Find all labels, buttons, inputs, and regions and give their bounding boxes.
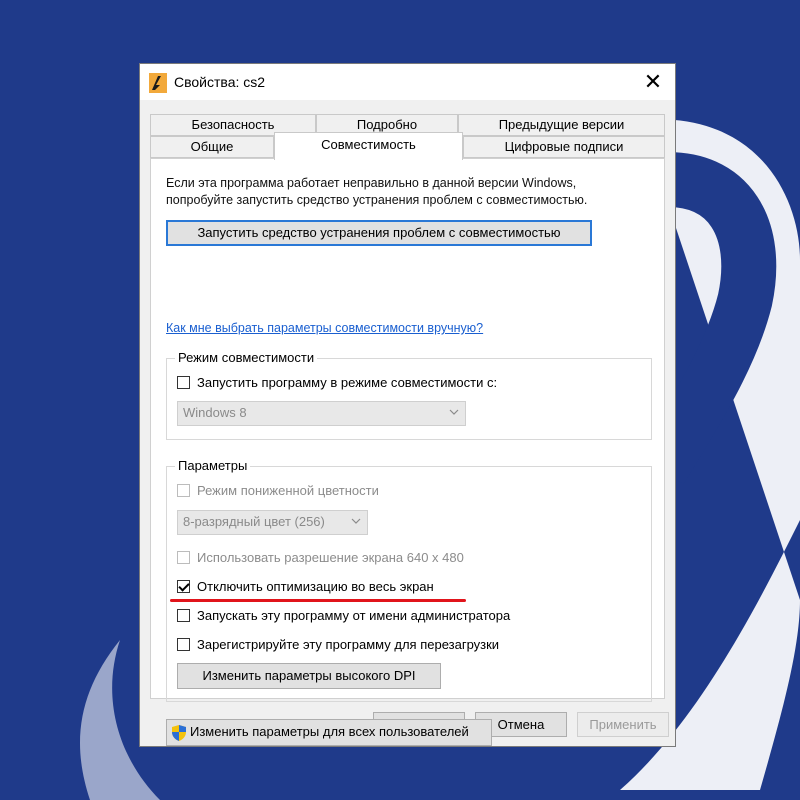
uac-shield-icon [172,725,186,741]
run-as-admin-checkbox[interactable] [177,608,190,622]
reduced-color-label: Режим пониженной цветности [197,482,379,498]
fullscreen-optimization-checkbox[interactable] [177,579,190,593]
chevron-down-icon [351,518,361,524]
compat-mode-title: Режим совместимости [175,350,318,365]
chevron-down-icon [449,409,459,415]
all-users-label: Изменить параметры для всех пользователе… [190,724,469,739]
window-title: Свойства: cs2 [174,74,266,90]
settings-group: Параметры Режим пониженной цветности 8-р… [166,458,652,702]
register-restart-label: Зарегистрируйте эту программу для переза… [197,636,500,652]
title-bar[interactable]: Свойства: cs2 ✕ [140,64,675,100]
compat-mode-group: Режим совместимости Запустить программу … [166,350,652,440]
tab-previous-versions[interactable]: Предыдущие версии [458,114,665,136]
tab-compatibility[interactable]: Совместимость [274,132,463,160]
high-dpi-button[interactable]: Изменить параметры высокого DPI [177,663,441,689]
highlight-underline [170,599,466,602]
close-icon: ✕ [643,69,663,94]
manual-settings-link[interactable]: Как мне выбрать параметры совместимости … [166,321,483,335]
reduced-color-row: Режим пониженной цветности [177,481,379,499]
reduced-color-checkbox [177,483,190,497]
windows-version-value: Windows 8 [183,405,247,420]
compatibility-panel: Если эта программа работает неправильно … [150,158,665,746]
close-button[interactable]: ✕ [639,68,667,96]
apply-button[interactable]: Применить [577,712,669,737]
run-as-admin-row[interactable]: Запускать эту программу от имени админис… [177,606,510,624]
compat-mode-row[interactable]: Запустить программу в режиме совместимос… [177,373,497,391]
resolution-label: Использовать разрешение экрана 640 x 480 [197,549,464,565]
cs2-app-icon [149,73,167,93]
all-users-button[interactable]: Изменить параметры для всех пользователе… [166,719,492,746]
troubleshoot-button[interactable]: Запустить средство устранения проблем с … [166,220,592,246]
tab-general[interactable]: Общие [150,136,274,158]
color-depth-select: 8-разрядный цвет (256) [177,510,368,535]
properties-dialog: Свойства: cs2 ✕ Безопасность Подробно Пр… [139,63,676,747]
color-depth-value: 8-разрядный цвет (256) [183,514,325,529]
compat-mode-checkbox[interactable] [177,375,190,389]
fullscreen-optimization-label: Отключить оптимизацию во весь экран [197,578,434,594]
settings-title: Параметры [175,458,251,473]
resolution-row: Использовать разрешение экрана 640 x 480 [177,548,464,566]
tab-digital-signatures[interactable]: Цифровые подписи [463,136,665,158]
windows-version-select: Windows 8 [177,401,466,426]
intro-text: Если эта программа работает неправильно … [166,176,588,207]
resolution-checkbox [177,550,190,564]
compat-mode-label: Запустить программу в режиме совместимос… [197,374,498,390]
register-restart-row[interactable]: Зарегистрируйте эту программу для переза… [177,635,499,653]
fullscreen-optimization-row[interactable]: Отключить оптимизацию во весь экран [177,577,434,595]
register-restart-checkbox[interactable] [177,637,190,651]
run-as-admin-label: Запускать эту программу от имени админис… [197,607,511,623]
